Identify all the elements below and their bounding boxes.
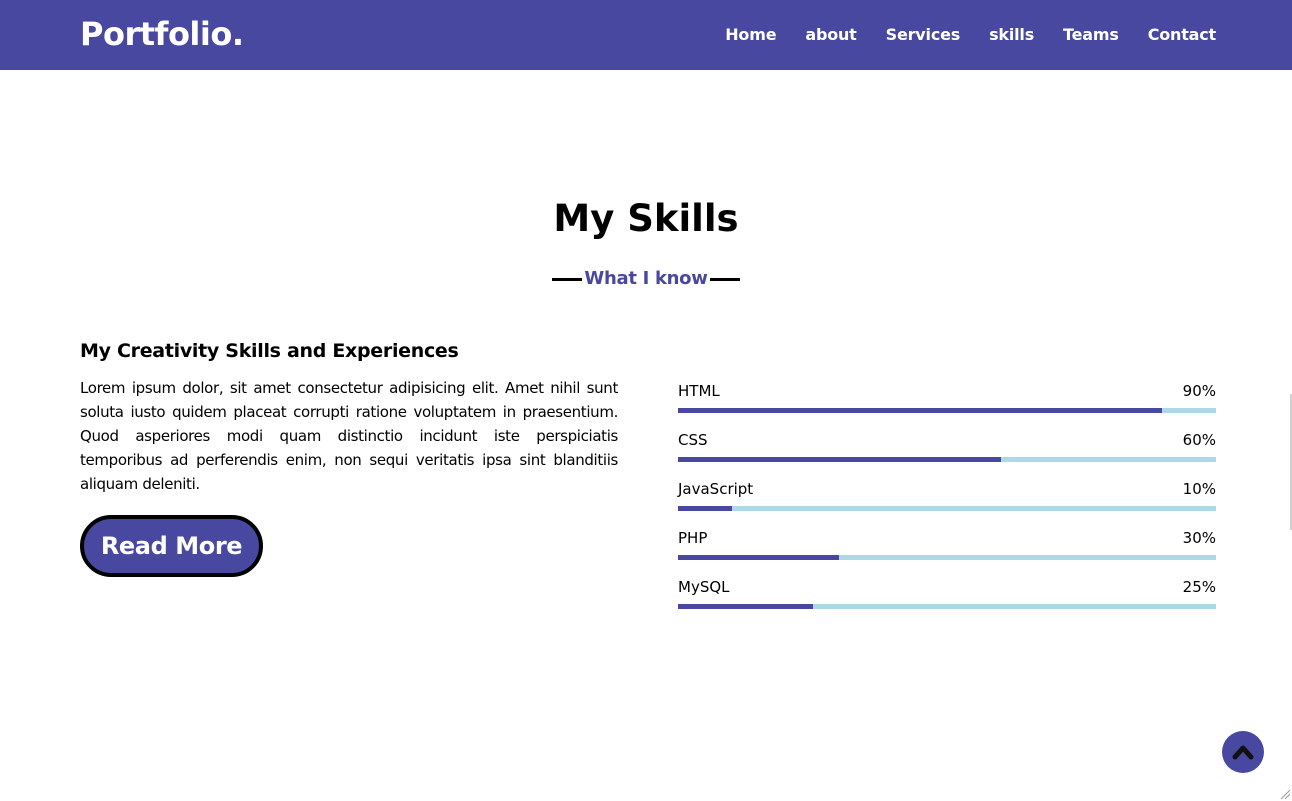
skill-item: PHP 30% (678, 527, 1216, 576)
nav-link-teams[interactable]: Teams (1063, 22, 1119, 48)
subtitle-line-right (709, 277, 740, 281)
nav-menu: Home about Services skills Teams Contact (725, 22, 1216, 48)
about-heading: My Creativity Skills and Experiences (80, 340, 459, 362)
navbar: Portfolio. Home about Services skills Te… (0, 0, 1292, 70)
skill-item: JavaScript 10% (678, 478, 1216, 527)
skill-bar-fill (678, 457, 1001, 462)
skill-name: PHP (678, 529, 708, 547)
skill-bar-track (678, 604, 1216, 609)
resize-grip-icon[interactable] (1280, 789, 1290, 799)
skill-bar-track (678, 506, 1216, 511)
about-text: Lorem ipsum dolor, sit amet consectetur … (80, 379, 618, 493)
subtitle-text: What I know (584, 268, 708, 289)
skill-name: MySQL (678, 578, 730, 596)
skill-percent: 25% (1182, 578, 1216, 596)
skill-bar-fill (678, 506, 732, 511)
skill-item: CSS 60% (678, 429, 1216, 478)
logo[interactable]: Portfolio. (80, 14, 244, 54)
section-title: My Skills (553, 197, 739, 240)
read-more-button[interactable]: Read More (80, 515, 263, 577)
skill-name: CSS (678, 431, 708, 449)
scroll-to-top-button[interactable] (1222, 731, 1264, 773)
skill-name: HTML (678, 382, 720, 400)
subtitle-line-left (552, 277, 583, 281)
nav-link-contact[interactable]: Contact (1148, 22, 1217, 48)
nav-link-home[interactable]: Home (725, 22, 776, 48)
skill-bar-fill (678, 604, 813, 609)
section-subtitle: What I know (0, 266, 1292, 292)
nav-link-skills[interactable]: skills (989, 22, 1034, 48)
skill-bar-fill (678, 555, 840, 560)
skills-list: HTML 90% CSS 60% JavaScript 10% PHP 30% (678, 380, 1216, 625)
skill-item: HTML 90% (678, 380, 1216, 429)
skill-bar-track (678, 408, 1216, 413)
skill-percent: 90% (1182, 382, 1216, 400)
skill-item: MySQL 25% (678, 576, 1216, 625)
skill-bar-track (678, 555, 1216, 560)
skill-bar-fill (678, 408, 1163, 413)
skill-bar-track (678, 457, 1216, 462)
chevron-up-icon (1232, 745, 1254, 760)
skill-percent: 10% (1182, 480, 1216, 498)
about-column: My Creativity Skills and Experiences Lor… (80, 338, 618, 496)
skill-name: JavaScript (678, 480, 754, 498)
nav-link-about[interactable]: about (805, 22, 856, 48)
skill-percent: 30% (1182, 529, 1216, 547)
nav-link-services[interactable]: Services (886, 22, 961, 48)
skill-percent: 60% (1182, 431, 1216, 449)
